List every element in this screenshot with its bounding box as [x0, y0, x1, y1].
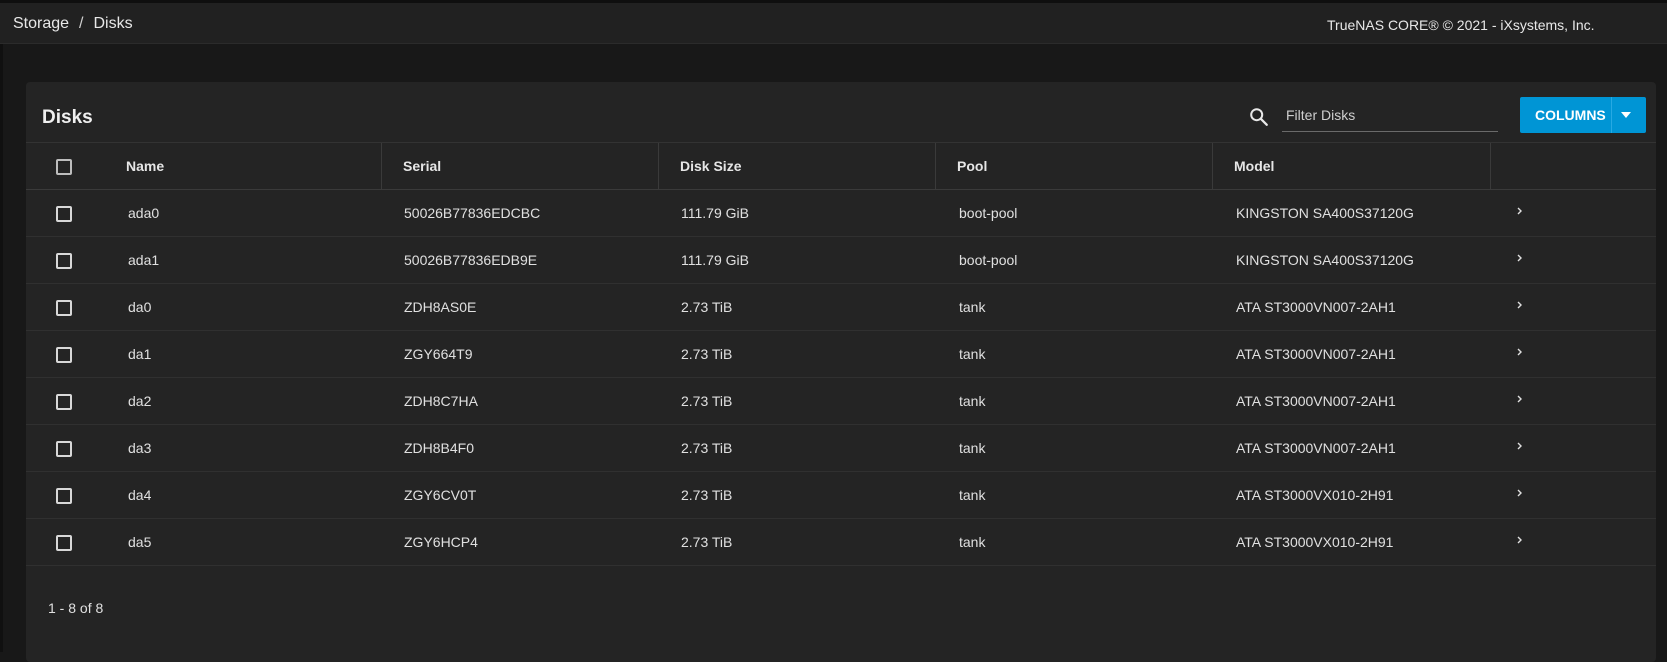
- table-row[interactable]: ada1 50026B77836EDB9E 111.79 GiB boot-pool K…: [26, 237, 1656, 284]
- cell-serial: ZDH8B4F0: [404, 440, 475, 456]
- chevron-right-icon[interactable]: [1514, 439, 1526, 453]
- row-checkbox[interactable]: [56, 206, 72, 222]
- chevron-right-icon[interactable]: [1514, 486, 1526, 500]
- caret-down-icon[interactable]: [1621, 112, 1631, 118]
- column-header-serial[interactable]: Serial: [382, 143, 659, 190]
- cell-name: da1: [128, 346, 152, 362]
- breadcrumb-storage[interactable]: Storage: [13, 15, 69, 32]
- cell-pool: tank: [959, 299, 986, 315]
- disks-table: Name Serial Disk Size Pool Model ada0 500…: [26, 142, 1656, 566]
- chevron-right-icon[interactable]: [1514, 392, 1526, 406]
- cell-name: da4: [128, 487, 152, 503]
- row-checkbox[interactable]: [56, 394, 72, 410]
- table-row[interactable]: da5 ZGY6HCP4 2.73 TiB tank ATA ST3000VX010-2…: [26, 519, 1656, 566]
- row-checkbox[interactable]: [56, 441, 72, 457]
- table-row[interactable]: da2 ZDH8C7HA 2.73 TiB tank ATA ST3000VN007-2…: [26, 378, 1656, 425]
- cell-model: KINGSTON SA400S37120G: [1236, 205, 1414, 221]
- cell-disk-size: 2.73 TiB: [681, 299, 733, 315]
- column-header-pool-label: Pool: [957, 158, 988, 174]
- row-checkbox[interactable]: [56, 347, 72, 363]
- cell-serial: ZDH8AS0E: [404, 299, 477, 315]
- breadcrumb-disks: Disks: [93, 15, 133, 32]
- search-icon[interactable]: [1248, 106, 1270, 128]
- cell-pool: tank: [959, 487, 986, 503]
- cell-model: ATA ST3000VN007-2AH1: [1236, 346, 1396, 362]
- column-header-disk-size[interactable]: Disk Size: [659, 143, 936, 190]
- disks-card: Disks COLUMNS Name Serial Disk Size Pool…: [26, 82, 1656, 662]
- table-row[interactable]: da4 ZGY6CV0T 2.73 TiB tank ATA ST3000VX010-2…: [26, 472, 1656, 519]
- chevron-right-icon[interactable]: [1514, 251, 1526, 265]
- cell-pool: boot-pool: [959, 252, 1018, 268]
- filter-disks-input[interactable]: [1286, 104, 1486, 126]
- select-all-checkbox[interactable]: [56, 159, 72, 175]
- breadcrumb: Storage / Disks: [13, 15, 133, 33]
- columns-button-label: COLUMNS: [1535, 107, 1606, 123]
- cell-pool: tank: [959, 346, 986, 362]
- pagination-range: 1 - 8 of 8: [48, 600, 104, 616]
- filter-box: [1250, 100, 1498, 132]
- cell-disk-size: 111.79 GiB: [681, 205, 749, 221]
- column-header-model-label: Model: [1234, 158, 1275, 174]
- cell-model: KINGSTON SA400S37120G: [1236, 252, 1414, 268]
- page-title: Disks: [42, 107, 93, 128]
- columns-button-divider: [1611, 97, 1612, 133]
- cell-disk-size: 2.73 TiB: [681, 534, 733, 550]
- cell-model: ATA ST3000VN007-2AH1: [1236, 299, 1396, 315]
- column-header-model[interactable]: Model: [1213, 143, 1491, 190]
- column-header-pool[interactable]: Pool: [936, 143, 1213, 190]
- row-checkbox[interactable]: [56, 253, 72, 269]
- cell-serial: ZGY6CV0T: [404, 487, 477, 503]
- cell-model: ATA ST3000VN007-2AH1: [1236, 440, 1396, 456]
- table-row[interactable]: da3 ZDH8B4F0 2.73 TiB tank ATA ST3000VN007-2…: [26, 425, 1656, 472]
- cell-disk-size: 2.73 TiB: [681, 440, 733, 456]
- chevron-right-icon[interactable]: [1514, 533, 1526, 547]
- cell-pool: tank: [959, 534, 986, 550]
- row-checkbox[interactable]: [56, 488, 72, 504]
- cell-pool: boot-pool: [959, 205, 1018, 221]
- row-checkbox[interactable]: [56, 300, 72, 316]
- cell-name: ada1: [128, 252, 160, 268]
- cell-pool: tank: [959, 393, 986, 409]
- cell-model: ATA ST3000VX010-2H91: [1236, 487, 1394, 503]
- cell-model: ATA ST3000VN007-2AH1: [1236, 393, 1396, 409]
- column-header-disk-size-label: Disk Size: [680, 158, 742, 174]
- cell-name: ada0: [128, 205, 160, 221]
- top-bar: Storage / Disks TrueNAS CORE® © 2021 - iXs…: [0, 0, 1667, 44]
- cell-disk-size: 111.79 GiB: [681, 252, 749, 268]
- cell-serial: ZGY6HCP4: [404, 534, 478, 550]
- table-row[interactable]: da1 ZGY664T9 2.73 TiB tank ATA ST3000VN007-2…: [26, 331, 1656, 378]
- cell-serial: 50026B77836EDCBC: [404, 205, 541, 221]
- copyright-text: TrueNAS CORE® © 2021 - iXsystems, Inc.: [1327, 17, 1595, 33]
- column-header-name-label: Name: [126, 158, 165, 174]
- cell-name: da2: [128, 393, 152, 409]
- cell-pool: tank: [959, 440, 986, 456]
- cell-model: ATA ST3000VX010-2H91: [1236, 534, 1394, 550]
- row-checkbox[interactable]: [56, 535, 72, 551]
- cell-name: da5: [128, 534, 152, 550]
- chevron-right-icon[interactable]: [1514, 298, 1526, 312]
- table-body: ada0 50026B77836EDCBC 111.79 GiB boot-pool K…: [26, 190, 1656, 566]
- column-header-serial-label: Serial: [403, 158, 442, 174]
- chevron-right-icon[interactable]: [1514, 204, 1526, 218]
- cell-serial: ZGY664T9: [404, 346, 473, 362]
- cell-name: da0: [128, 299, 152, 315]
- breadcrumb-separator: /: [79, 15, 84, 32]
- sidebar-edge: [0, 44, 3, 652]
- table-row[interactable]: ada0 50026B77836EDCBC 111.79 GiB boot-pool K…: [26, 190, 1656, 237]
- columns-button[interactable]: COLUMNS: [1520, 97, 1646, 133]
- column-header-name[interactable]: Name: [126, 143, 382, 190]
- cell-serial: 50026B77836EDB9E: [404, 252, 538, 268]
- cell-name: da3: [128, 440, 152, 456]
- cell-disk-size: 2.73 TiB: [681, 487, 733, 503]
- cell-serial: ZDH8C7HA: [404, 393, 478, 409]
- chevron-right-icon[interactable]: [1514, 345, 1526, 359]
- table-header: Name Serial Disk Size Pool Model: [26, 142, 1656, 190]
- cell-disk-size: 2.73 TiB: [681, 346, 733, 362]
- cell-disk-size: 2.73 TiB: [681, 393, 733, 409]
- table-row[interactable]: da0 ZDH8AS0E 2.73 TiB tank ATA ST3000VN007-2…: [26, 284, 1656, 331]
